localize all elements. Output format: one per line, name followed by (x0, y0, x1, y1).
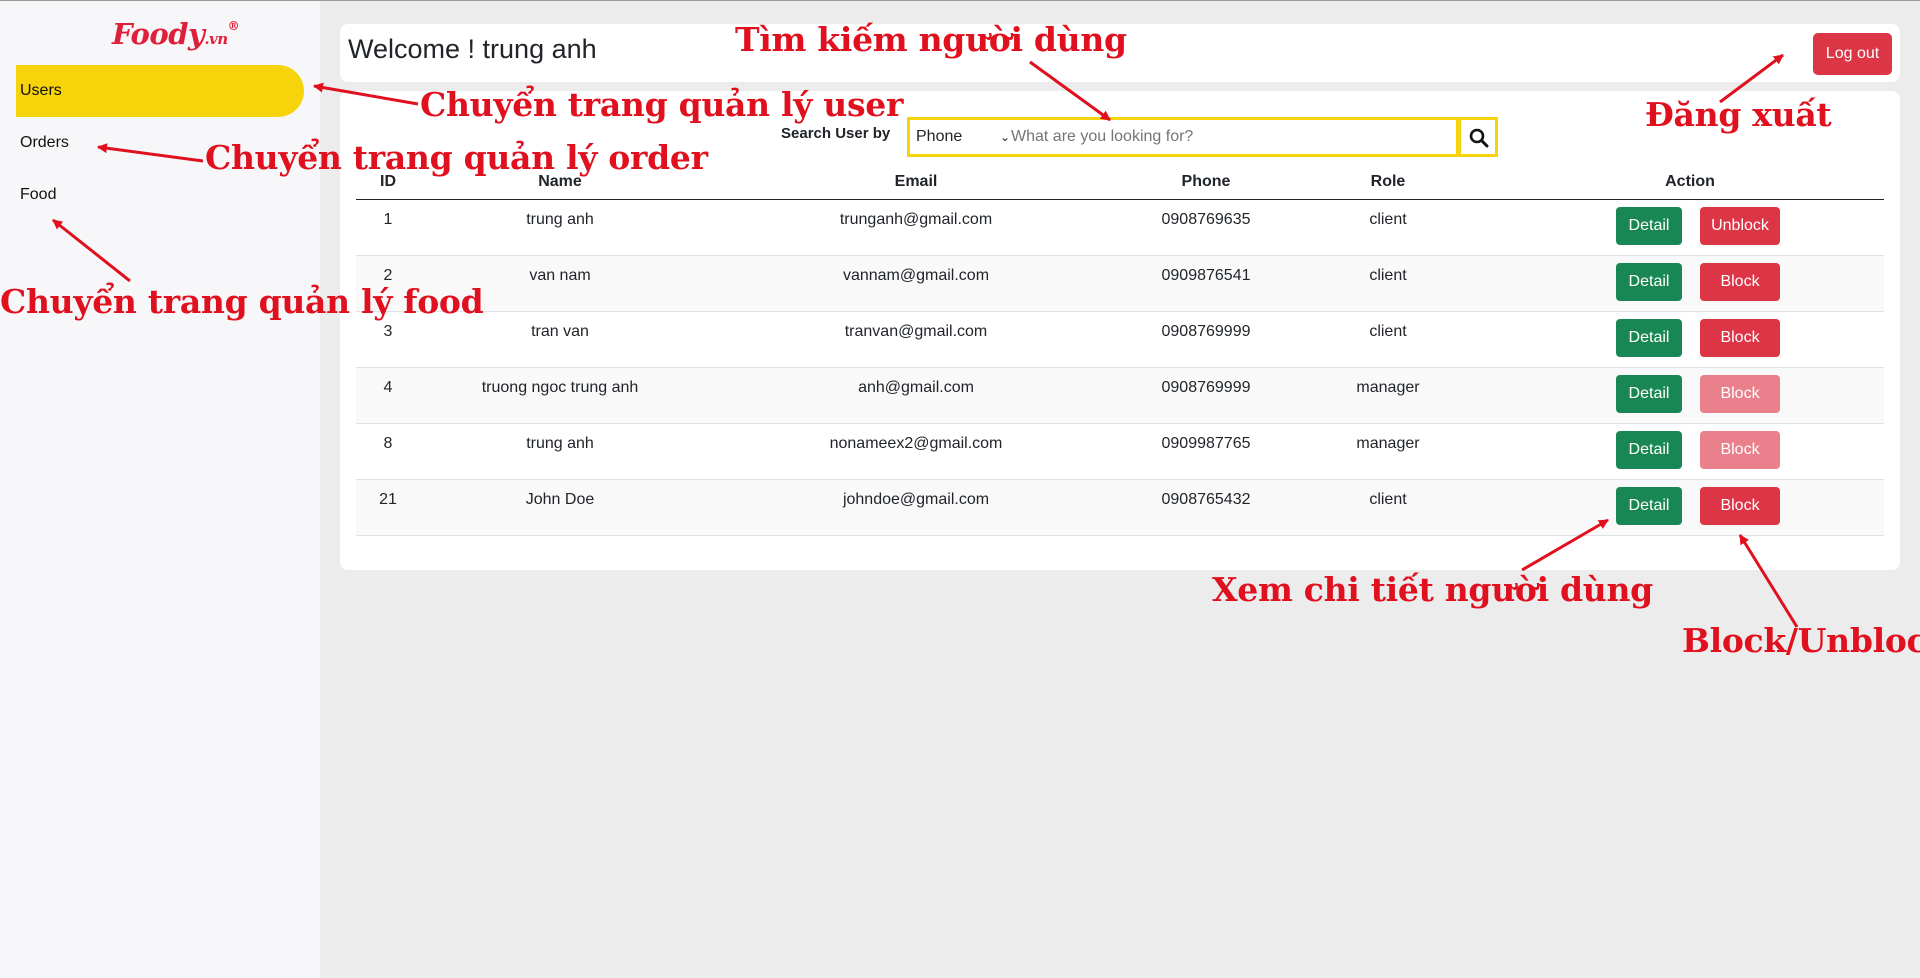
sidebar-item-users[interactable]: Users (16, 65, 304, 117)
column-header-email: Email (894, 173, 938, 190)
block-button-disabled: Block (1700, 375, 1780, 413)
cell-id: 21 (379, 491, 397, 508)
welcome-message: Welcome ! trung anh (348, 34, 597, 64)
annotation-logout: Đăng xuất (1645, 95, 1832, 134)
cell-role: manager (1356, 435, 1420, 452)
cell-role: client (1369, 491, 1407, 508)
block-button-disabled: Block (1700, 431, 1780, 469)
column-header-action: Action (1665, 173, 1715, 190)
cell-name: truong ngoc trung anh (481, 379, 639, 396)
annotation-users: Chuyển trang quản lý user (420, 85, 904, 124)
cell-role: manager (1356, 379, 1420, 396)
users-table: ID Name Email Phone Role Action 1 trung … (356, 169, 1884, 536)
logo-suffix: .vn (204, 30, 228, 48)
cell-phone: 0908769999 (1161, 379, 1251, 396)
cell-phone: 0909987765 (1161, 435, 1251, 452)
search-input[interactable] (1011, 120, 1441, 154)
table-row: 2 van nam vannam@gmail.com 0909876541 cl… (356, 256, 1884, 312)
cell-phone: 0908765432 (1161, 491, 1251, 508)
cell-email: anh@gmail.com (858, 379, 974, 396)
annotation-detail: Xem chi tiết người dùng (1212, 570, 1653, 609)
detail-button[interactable]: Detail (1616, 207, 1682, 245)
search-field-value: Phone (916, 128, 963, 145)
cell-name: tran van (531, 323, 589, 340)
cell-email: johndoe@gmail.com (842, 491, 990, 508)
table-row: 21 John Doe johndoe@gmail.com 0908765432… (356, 480, 1884, 536)
cell-role: client (1369, 323, 1407, 340)
search-icon (1469, 128, 1489, 148)
unblock-button[interactable]: Unblock (1700, 207, 1780, 245)
cell-role: client (1369, 267, 1407, 284)
search-button[interactable] (1458, 117, 1498, 157)
annotation-orders: Chuyển trang quản lý order (205, 138, 708, 177)
table-row: 3 tran van tranvan@gmail.com 0908769999 … (356, 312, 1884, 368)
cell-name: trung anh (526, 211, 594, 228)
chevron-down-icon: ⌄ (999, 130, 1010, 144)
foody-logo[interactable]: Foody.vn® (112, 17, 240, 51)
block-button[interactable]: Block (1700, 319, 1780, 357)
cell-id: 8 (383, 435, 393, 452)
annotation-search: Tìm kiếm người dùng (735, 20, 1127, 59)
logo-text: Foody (112, 17, 205, 51)
search-field-select[interactable]: Phone ⌄ (916, 120, 1010, 154)
sidebar-item-label: Food (20, 186, 57, 203)
column-header-role: Role (1370, 173, 1406, 190)
detail-button[interactable]: Detail (1616, 375, 1682, 413)
cell-id: 4 (383, 379, 393, 396)
cell-phone: 0908769635 (1161, 211, 1251, 228)
logout-button[interactable]: Log out (1813, 33, 1892, 75)
cell-email: tranvan@gmail.com (844, 323, 988, 340)
table-row: 1 trung anh trunganh@gmail.com 090876963… (356, 200, 1884, 256)
cell-phone: 0908769999 (1161, 323, 1251, 340)
cell-name: John Doe (525, 491, 595, 508)
block-button[interactable]: Block (1700, 263, 1780, 301)
cell-role: client (1369, 211, 1407, 228)
logo-mark: ® (227, 19, 240, 33)
detail-button[interactable]: Detail (1616, 263, 1682, 301)
cell-id: 1 (383, 211, 393, 228)
block-button[interactable]: Block (1700, 487, 1780, 525)
column-header-phone: Phone (1181, 173, 1231, 190)
detail-button[interactable]: Detail (1616, 431, 1682, 469)
cell-name: trung anh (526, 435, 594, 452)
cell-email: vannam@gmail.com (842, 267, 990, 284)
table-row: 4 truong ngoc trung anh anh@gmail.com 09… (356, 368, 1884, 424)
annotation-food: Chuyển trang quản lý food (0, 282, 484, 321)
cell-id: 3 (383, 323, 393, 340)
sidebar-item-label: Users (20, 82, 62, 99)
detail-button[interactable]: Detail (1616, 319, 1682, 357)
annotation-block: Block/Unblock (1682, 621, 1920, 660)
search-label: Search User by (781, 125, 891, 142)
sidebar-item-label: Orders (20, 134, 69, 151)
detail-button[interactable]: Detail (1616, 487, 1682, 525)
cell-phone: 0909876541 (1161, 267, 1251, 284)
table-row: 8 trung anh nonameex2@gmail.com 09099877… (356, 424, 1884, 480)
cell-email: trunganh@gmail.com (839, 211, 993, 228)
search-bar: Phone ⌄ (907, 117, 1459, 157)
cell-email: nonameex2@gmail.com (829, 435, 1003, 452)
